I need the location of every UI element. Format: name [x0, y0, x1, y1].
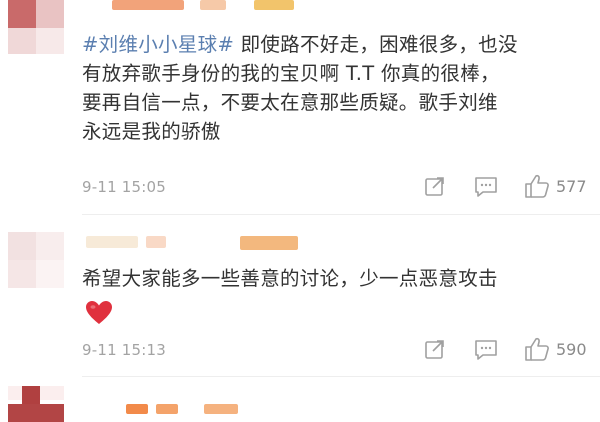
- timestamp: 9-11 15:05: [82, 178, 167, 196]
- badge-blurred: [254, 0, 294, 10]
- username-blurred[interactable]: [86, 236, 138, 248]
- like-count: 590: [556, 340, 587, 359]
- comment-line: 永远是我的骄傲: [82, 120, 221, 143]
- comment-icon[interactable]: [474, 339, 498, 361]
- divider: [82, 376, 600, 377]
- username-blurred[interactable]: [126, 404, 148, 414]
- username-blurred: [200, 0, 226, 10]
- heart-emoji-icon: [86, 301, 112, 324]
- like-count: 577: [556, 177, 587, 196]
- comment-icon[interactable]: [474, 176, 498, 198]
- username-blurred: [156, 404, 178, 414]
- comment-line: 希望大家能多一些善意的讨论，少一点恶意攻击: [82, 267, 498, 290]
- timestamp: 9-11 15:13: [82, 341, 167, 359]
- divider: [82, 214, 600, 215]
- share-icon[interactable]: [424, 338, 446, 360]
- avatar[interactable]: [8, 386, 64, 422]
- username-blurred: [146, 236, 166, 248]
- avatar[interactable]: [8, 0, 64, 54]
- badge-blurred: [240, 236, 298, 250]
- comment-text: 希望大家能多一些善意的讨论，少一点恶意攻击: [82, 264, 587, 293]
- comment-line: 要再自信一点，不要太在意那些质疑。歌手刘维: [82, 91, 498, 114]
- comment-line: 即使路不好走，困难很多，也没: [234, 33, 518, 56]
- share-icon[interactable]: [424, 175, 446, 197]
- thumbs-up-icon[interactable]: [524, 336, 550, 362]
- badge-blurred: [204, 404, 238, 414]
- thumbs-up-icon[interactable]: [524, 173, 550, 199]
- username-blurred[interactable]: [112, 0, 184, 10]
- comment-text: #刘维小小星球# 即使路不好走，困难很多，也没 有放弃歌手身份的我的宝贝啊 T.…: [82, 30, 587, 146]
- comment-line: 有放弃歌手身份的我的宝贝啊 T.T 你真的很棒，: [82, 62, 500, 85]
- topic-link[interactable]: #刘维小小星球#: [82, 33, 234, 56]
- avatar[interactable]: [8, 232, 64, 288]
